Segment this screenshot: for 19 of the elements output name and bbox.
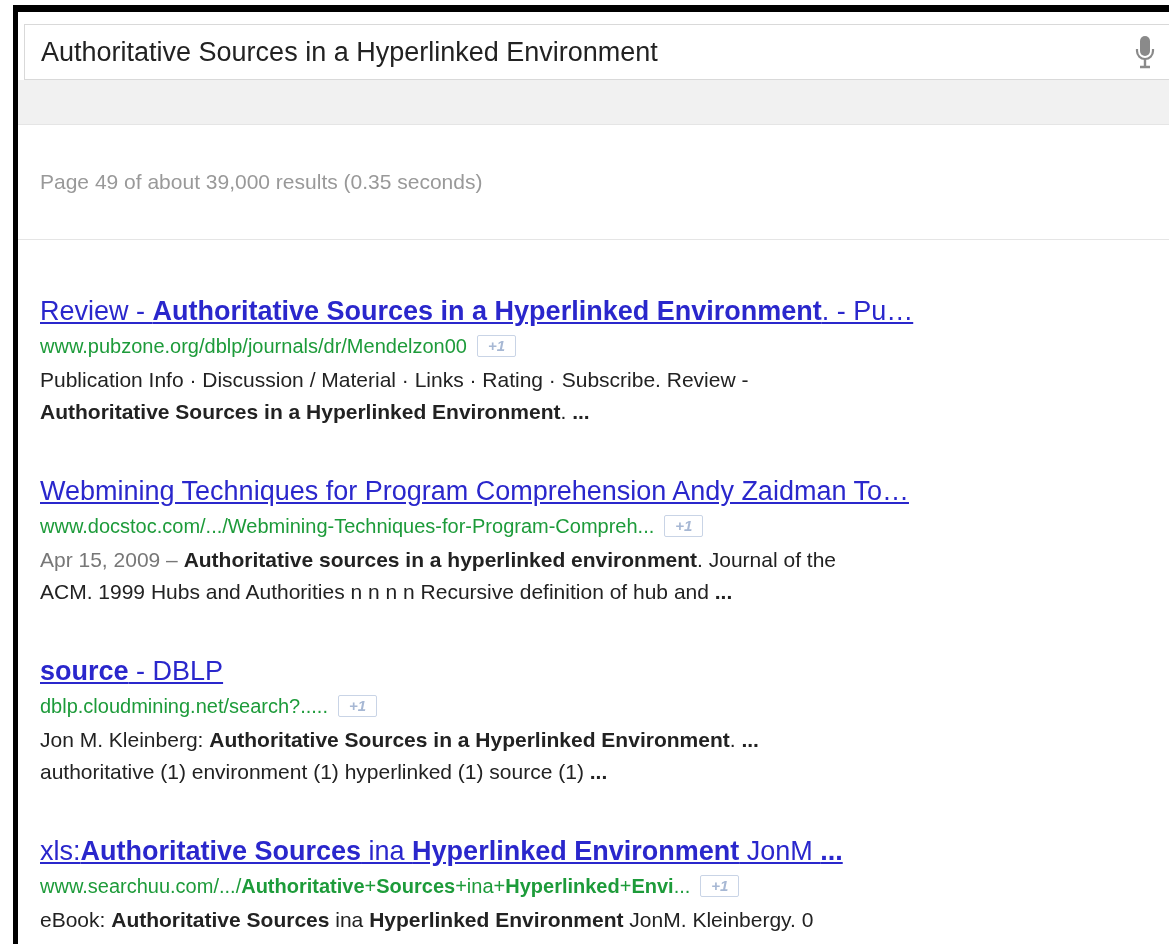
microphone-icon[interactable] — [1135, 35, 1155, 69]
result-title-link[interactable]: source - DBLP — [40, 654, 1169, 688]
result-stats: Page 49 of about 39,000 results (0.35 seconds) — [40, 170, 483, 194]
result-url: www.docstoc.com/.../Webmining-Techniques-for-Program-Compreh... — [40, 514, 655, 538]
result-url: www.searchuu.com/.../Authoritative+Sources+ina+Hyperlinked+Envi... — [40, 874, 691, 898]
result-url: dblp.cloudmining.net/search?..... — [40, 694, 328, 718]
result-snippet: eBook: Authoritative Sources ina Hyperlinked Environment JonM. Kleinbergy. 0 — [40, 907, 815, 933]
result-snippet: Publication Info · Discussion / Material · Links · Rating · Subscribe. Review - — [40, 367, 750, 393]
result-snippet: Authoritative Sources in a Hyperlinked Environment. ... — [40, 399, 591, 425]
result-title-link[interactable]: Webmining Techniques for Program Comprehension Andy Zaidman To… — [40, 474, 1169, 508]
result-snippet: authoritative (1) environment (1) hyperlinked (1) source (1) ... — [40, 759, 609, 785]
result-snippet: Authoritative sources in a hyperlinked environment. Journal of the — [183, 548, 836, 571]
result-date: Apr 15, 2009 – — [40, 548, 178, 571]
result-title-link[interactable]: Review - Authoritative Sources in a Hyperlinked Environment. - Pu… — [40, 294, 1169, 328]
result-title-link[interactable]: xls:Authoritative Sources ina Hyperlinked Environment JonM ... — [40, 834, 1169, 868]
result-url: www.pubzone.org/dblp/journals/dr/Mendelzon00 — [40, 334, 467, 358]
result-snippet: Jon M. Kleinberg: Authoritative Sources in a Hyperlinked Environment. ... — [40, 727, 760, 753]
result-snippet: ACM. 1999 Hubs and Authorities n n n n Recursive definition of hub and ... — [40, 579, 734, 605]
search-field[interactable]: Authoritative Sources in a Hyperlinked Environment — [24, 24, 1169, 80]
